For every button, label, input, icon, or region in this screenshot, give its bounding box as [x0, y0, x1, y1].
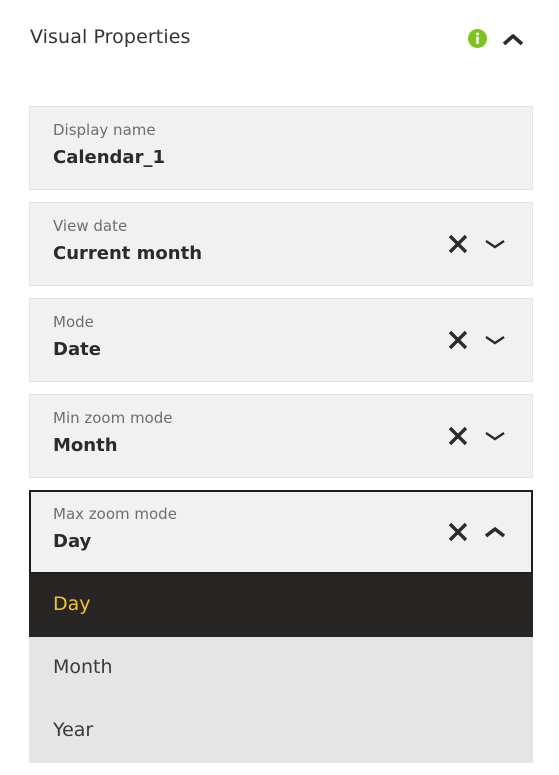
- max-zoom-mode-select[interactable]: Max zoom mode Day: [29, 490, 533, 574]
- option-day[interactable]: Day: [29, 574, 533, 637]
- option-label: Day: [53, 593, 91, 615]
- section-title: Visual Properties: [30, 26, 191, 48]
- chevron-up-icon[interactable]: [502, 31, 524, 47]
- chevron-down-icon[interactable]: [484, 333, 506, 347]
- field-value: Day: [53, 531, 92, 552]
- view-date-select[interactable]: View date Current month: [29, 202, 533, 286]
- info-icon[interactable]: [468, 29, 487, 48]
- max-zoom-mode-options: Day Month Year: [29, 574, 533, 763]
- field-value: Month: [53, 435, 118, 456]
- close-icon[interactable]: [448, 234, 468, 254]
- field-label: View date: [53, 217, 128, 235]
- close-icon[interactable]: [448, 330, 468, 350]
- field-label: Min zoom mode: [53, 409, 173, 427]
- chevron-up-icon[interactable]: [484, 525, 506, 539]
- mode-select[interactable]: Mode Date: [29, 298, 533, 382]
- option-year[interactable]: Year: [29, 700, 533, 763]
- visual-properties-panel: Visual Properties Display name Calendar_…: [0, 0, 559, 775]
- option-month[interactable]: Month: [29, 637, 533, 700]
- chevron-down-icon[interactable]: [484, 237, 506, 251]
- option-label: Year: [53, 719, 94, 741]
- field-value: Calendar_1: [53, 147, 165, 168]
- min-zoom-mode-select[interactable]: Min zoom mode Month: [29, 394, 533, 478]
- field-label: Max zoom mode: [53, 505, 177, 523]
- close-icon[interactable]: [448, 522, 468, 542]
- close-icon[interactable]: [448, 426, 468, 446]
- field-value: Date: [53, 339, 101, 360]
- section-header[interactable]: Visual Properties: [30, 26, 530, 54]
- chevron-down-icon[interactable]: [484, 429, 506, 443]
- display-name-field[interactable]: Display name Calendar_1: [29, 106, 533, 190]
- field-label: Mode: [53, 313, 94, 331]
- option-label: Month: [53, 656, 113, 678]
- field-value: Current month: [53, 243, 203, 264]
- field-label: Display name: [53, 121, 156, 139]
